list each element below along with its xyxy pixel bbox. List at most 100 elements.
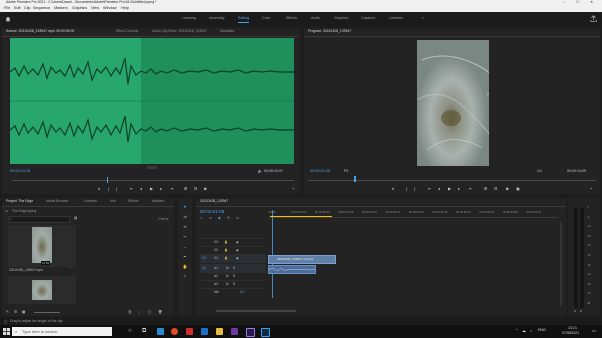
menu-graphics[interactable]: Graphics xyxy=(72,6,87,10)
tab-info[interactable]: Info xyxy=(110,199,116,203)
premiere-pro-icon[interactable] xyxy=(246,328,255,337)
home-icon[interactable] xyxy=(5,16,11,22)
notifications-icon[interactable]: ▭ xyxy=(592,328,596,333)
type-tool-icon[interactable]: T xyxy=(182,274,188,280)
pen-tool-icon[interactable]: ✒ xyxy=(182,254,188,260)
menu-clip[interactable]: Clip xyxy=(24,6,31,10)
new-item-icon[interactable]: ▢ xyxy=(148,310,151,314)
step-forward-icon[interactable]: ▸ xyxy=(160,186,162,191)
menu-edit[interactable]: Edit xyxy=(14,6,21,10)
video-clip[interactable]: 20210428_133947.mp4 [V] xyxy=(268,255,336,264)
menu-sequence[interactable]: Sequence xyxy=(33,6,50,10)
source-timecode-in[interactable]: 00:00:14:18 xyxy=(10,169,30,173)
solo-left-button[interactable]: S xyxy=(574,309,576,313)
mute-button[interactable]: M xyxy=(226,266,229,270)
taskbar-time[interactable]: 13:21 xyxy=(568,326,577,330)
source-zoom-handle[interactable] xyxy=(147,166,157,169)
wrench-icon[interactable] xyxy=(257,169,262,174)
share-icon[interactable] xyxy=(590,15,597,22)
taskbar-date[interactable]: 07/05/2021 xyxy=(562,331,579,335)
menu-window[interactable]: Window xyxy=(103,6,117,10)
program-time-ruler[interactable] xyxy=(308,180,596,181)
track-label-v3[interactable]: V3 xyxy=(214,240,218,244)
timeline-vertical-scrollbar[interactable] xyxy=(560,222,562,306)
trash-icon[interactable]: 🗑 xyxy=(158,310,162,314)
solo-right-button[interactable]: S xyxy=(580,309,582,313)
chrome-icon[interactable] xyxy=(171,328,178,335)
tab-effect-controls[interactable]: Effect Controls xyxy=(116,29,138,33)
workspace-more-icon[interactable]: » xyxy=(422,16,424,20)
thumbnail-zoom-slider[interactable] xyxy=(34,312,60,313)
tab-libraries[interactable]: Libraries xyxy=(84,199,97,203)
volume-icon[interactable]: ♪ xyxy=(530,328,532,333)
source-playhead[interactable] xyxy=(107,177,108,183)
export-frame-icon[interactable]: ◙ xyxy=(204,186,206,191)
razor-tool-icon[interactable]: ✂ xyxy=(182,234,188,240)
track-label-a3[interactable]: A3 xyxy=(214,282,218,286)
program-add-button-icon[interactable]: + xyxy=(590,186,592,191)
step-forward-icon[interactable]: ▸ xyxy=(458,186,460,191)
tab-markers[interactable]: Markers xyxy=(152,199,164,203)
cortana-icon[interactable]: ○ xyxy=(128,328,135,335)
solo-button[interactable]: S xyxy=(233,274,235,278)
workspace-libraries[interactable]: Libraries xyxy=(389,16,403,20)
mark-in-icon[interactable]: { xyxy=(108,186,109,191)
icon-view-icon[interactable]: ▦ xyxy=(22,310,25,314)
workspace-effects[interactable]: Effects xyxy=(286,16,297,20)
track-label-a2[interactable]: A2 xyxy=(214,274,218,278)
tab-audio-clip-mixer[interactable]: Audio Clip Mixer: 20210428_133947 xyxy=(152,29,207,33)
task-view-icon[interactable]: ⧉ xyxy=(142,328,149,335)
step-back-icon[interactable]: ◂ xyxy=(140,186,142,191)
add-marker-icon[interactable]: ♦ xyxy=(392,186,394,191)
project-clip-item[interactable]: 14:09 ▪ xyxy=(8,225,76,269)
source-patch-a1[interactable]: A1 xyxy=(202,266,206,270)
media-player-icon[interactable] xyxy=(231,328,238,335)
mark-out-icon[interactable]: } xyxy=(116,186,117,191)
edge-icon[interactable] xyxy=(157,328,164,335)
project-search-input[interactable]: ⌕ xyxy=(8,216,70,223)
tray-up-icon[interactable]: ⌃ xyxy=(515,328,518,333)
go-to-out-icon[interactable]: ⇥ xyxy=(170,186,173,191)
workspace-audio[interactable]: Audio xyxy=(311,16,320,20)
eye-icon[interactable]: ◉ xyxy=(236,256,239,260)
source-patch-v1[interactable]: V1 xyxy=(202,256,206,260)
lock-icon[interactable]: 🔒 xyxy=(224,248,228,252)
mark-out-icon[interactable]: } xyxy=(414,186,415,191)
linked-selection-icon[interactable]: ⊃ xyxy=(209,216,212,220)
captions-icon[interactable]: ▭ xyxy=(236,216,239,220)
mix-value[interactable]: 0.0 xyxy=(240,290,244,294)
eye-icon[interactable]: ◉ xyxy=(236,240,239,244)
insert-icon[interactable]: ⊞ xyxy=(184,186,187,191)
network-icon[interactable]: ☁ xyxy=(522,328,526,333)
go-to-in-icon[interactable]: ⇤ xyxy=(130,186,133,191)
lock-icon[interactable]: 🔒 xyxy=(224,256,228,260)
find-icon[interactable]: ⌕ xyxy=(138,310,140,314)
taskbar-search-input[interactable]: ⌕ Type here to search xyxy=(12,327,112,336)
wrench-icon[interactable]: ✎ xyxy=(227,216,230,220)
workspace-captions[interactable]: Captions xyxy=(361,16,375,20)
mute-button[interactable]: M xyxy=(226,274,229,278)
tab-program[interactable]: Program: 20210428_133947 xyxy=(308,29,351,33)
program-fit-select[interactable]: Fit xyxy=(344,169,348,173)
project-sequence-item[interactable] xyxy=(8,276,76,304)
tab-source[interactable]: Source: 20210428_133947.mp4: 00:00:00:00 xyxy=(6,29,74,33)
add-marker-icon[interactable]: ♦ xyxy=(98,186,100,191)
play-icon[interactable]: ▶ xyxy=(150,186,153,191)
outlook-icon[interactable] xyxy=(201,328,208,335)
workspace-learning[interactable]: Learning xyxy=(182,16,196,20)
lock-icon[interactable]: 🔒 xyxy=(224,240,228,244)
solo-button[interactable]: S xyxy=(233,266,235,270)
timeline-playhead[interactable] xyxy=(272,210,273,298)
workspace-color[interactable]: Color xyxy=(262,16,271,20)
extract-icon[interactable]: ⊟ xyxy=(494,186,497,191)
file-explorer-icon[interactable] xyxy=(216,328,223,335)
comparison-view-icon[interactable]: ▣ xyxy=(516,186,520,191)
snap-icon[interactable]: ⊂ xyxy=(200,216,203,220)
menu-help[interactable]: Help xyxy=(121,6,129,10)
tab-effects[interactable]: Effects xyxy=(128,199,138,203)
track-label-v1[interactable]: V1 xyxy=(214,256,218,260)
windows-start-icon[interactable] xyxy=(3,328,10,335)
export-frame-icon[interactable]: ◙ xyxy=(506,186,508,191)
track-select-tool-icon[interactable]: ⇉ xyxy=(182,214,188,220)
lift-icon[interactable]: ⊞ xyxy=(484,186,487,191)
